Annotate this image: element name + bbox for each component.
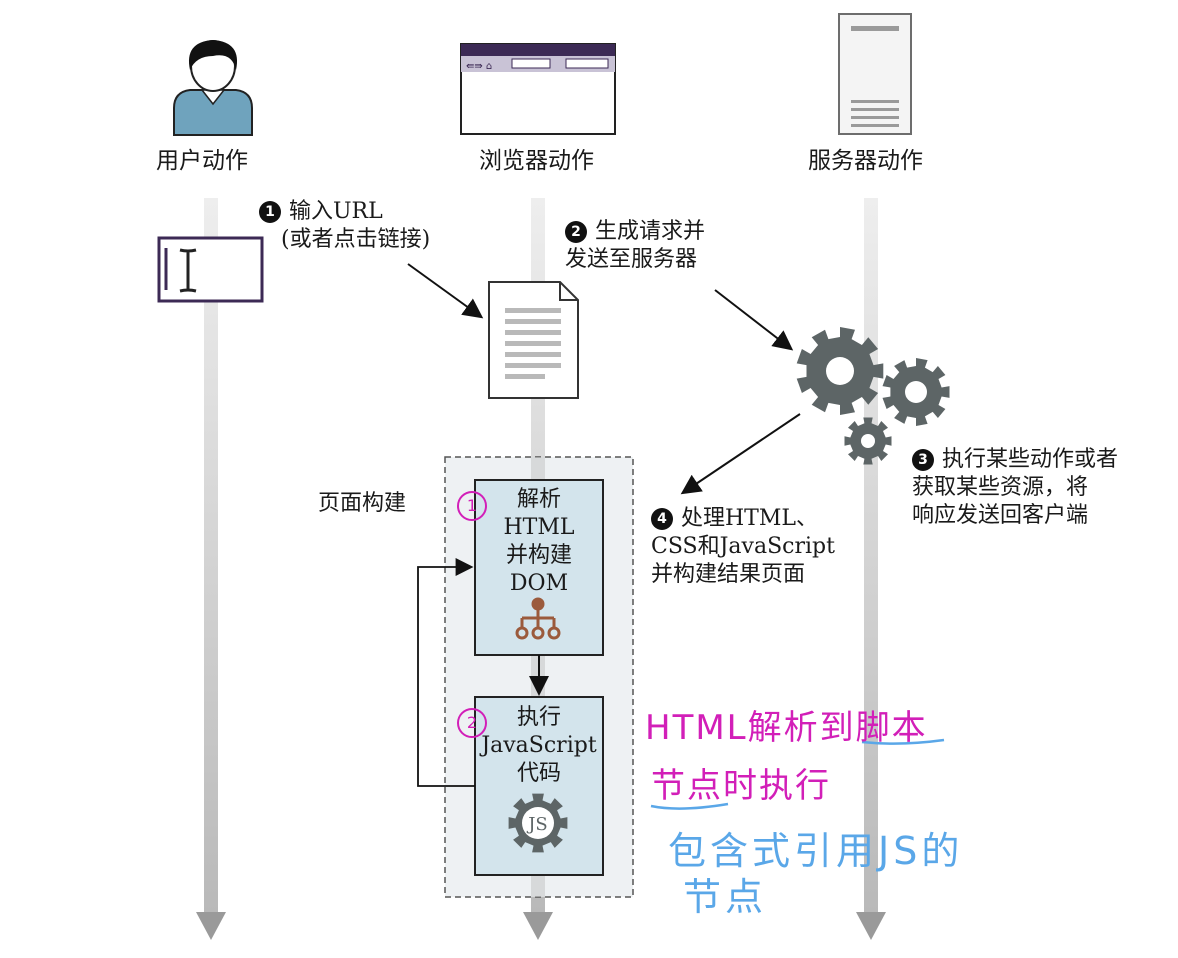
execute-js-line-3: 代码	[516, 761, 561, 786]
step-2-line-2: 发送至服务器	[565, 247, 698, 272]
step-4-line-2: CSS和JavaScript	[651, 534, 835, 559]
step-2-line-1: 生成请求并	[595, 219, 706, 244]
js-gear-icon: JS	[508, 793, 568, 853]
gear-small	[844, 417, 892, 465]
step-3: 3 执行某些动作或者 获取某些资源，将 响应发送回客户端	[912, 446, 1118, 530]
svg-text:⇚⇛ ⌂: ⇚⇛ ⌂	[466, 61, 492, 72]
column-server-label: 服务器动作	[808, 148, 923, 174]
step-4: 4 处理HTML、 CSS和JavaScript 并构建结果页面	[651, 505, 835, 589]
annotation-blue-line-2: 节点	[683, 875, 768, 919]
arrow-response-to-browser	[680, 413, 801, 495]
parse-html-line-3: 并构建	[505, 543, 572, 568]
step-1-line-1: 输入URL	[289, 199, 383, 224]
page-build-label: 页面构建	[318, 491, 407, 516]
column-user-label: 用户动作	[156, 148, 248, 174]
step-2: 2 生成请求并 发送至服务器	[565, 218, 705, 274]
arrow-url-to-document	[407, 263, 484, 319]
step-3-number: 3	[912, 449, 934, 471]
text-cursor-icon	[157, 236, 264, 303]
gears-icon	[796, 327, 950, 465]
gear-large	[796, 327, 884, 415]
arrow-request-to-server	[714, 289, 794, 351]
execute-js-text: 执行 JavaScript 代码	[475, 704, 603, 788]
parse-html-text: 解析 HTML 并构建 DOM	[475, 486, 603, 598]
parse-html-line-1: 解析	[516, 487, 561, 512]
parse-html-line-4: DOM	[509, 571, 569, 596]
step-3-line-1: 执行某些动作或者	[942, 447, 1119, 472]
annotation-pink-line-2: 节点时执行	[651, 766, 831, 806]
browser-window-icon: ⇚⇛ ⌂	[460, 43, 616, 135]
server-icon	[838, 13, 912, 135]
step-4-line-1: 处理HTML、	[681, 506, 818, 531]
column-browser-label: 浏览器动作	[479, 148, 594, 174]
parse-html-line-2: HTML	[503, 515, 575, 540]
step-4-line-3: 并构建结果页面	[651, 562, 806, 587]
annotation-circle-2: 2	[457, 708, 487, 738]
user-lane	[196, 198, 226, 940]
user-icon	[173, 40, 253, 136]
step-1-line-2: (或者点击链接)	[281, 227, 431, 252]
js-gear-label: JS	[526, 814, 548, 835]
gear-medium	[882, 358, 950, 426]
execute-js-line-1: 执行	[516, 705, 561, 730]
annotation-pink-line-1: HTML解析到脚本	[645, 708, 928, 748]
step-1-number: 1	[259, 201, 281, 223]
step-3-line-3: 响应发送回客户端	[912, 503, 1089, 528]
step-3-line-2: 获取某些资源，将	[912, 475, 1089, 500]
step-4-number: 4	[651, 508, 673, 530]
step-2-number: 2	[565, 221, 587, 243]
execute-js-line-2: JavaScript	[481, 733, 597, 758]
document-icon	[488, 281, 579, 399]
step-1: 1 输入URL (或者点击链接)	[259, 198, 430, 254]
annotation-circle-1: 1	[457, 491, 487, 521]
